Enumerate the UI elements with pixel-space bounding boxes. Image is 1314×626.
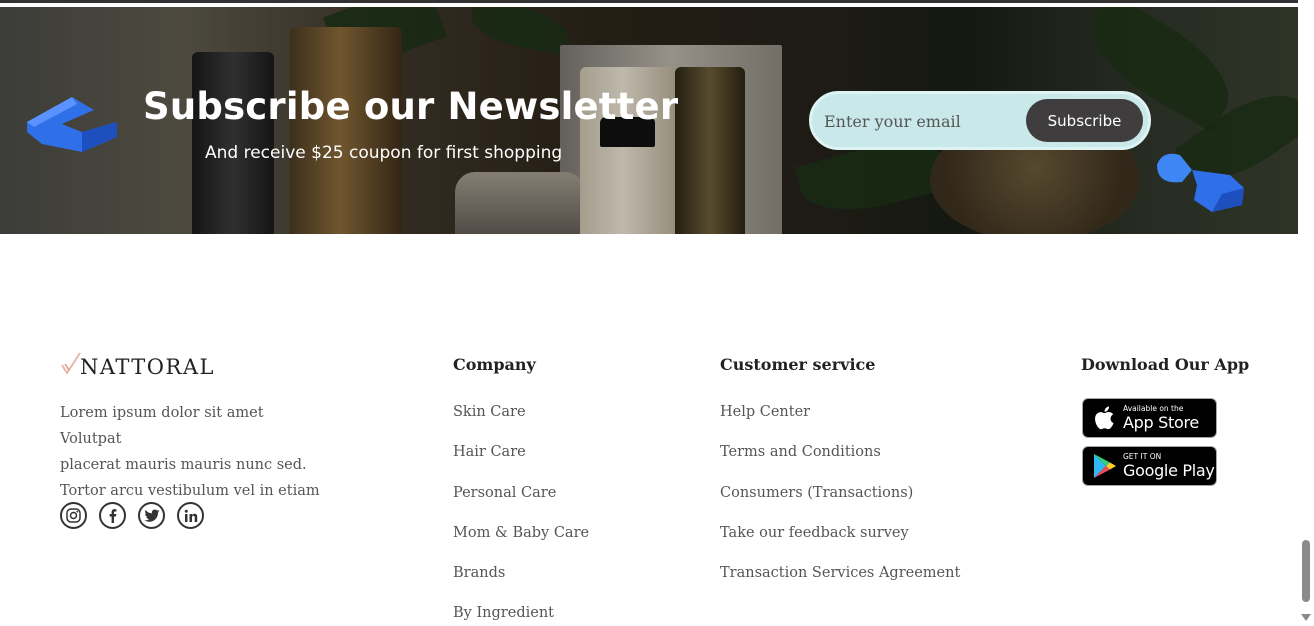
google-play-button[interactable]: GET IT ON Google Play [1082, 446, 1217, 486]
google-play-icon [1094, 454, 1116, 478]
description-line: Lorem ipsum dolor sit amet Volutpat [60, 405, 264, 447]
instagram-icon [66, 508, 81, 523]
scroll-down-arrow[interactable] [1301, 614, 1311, 621]
leaf-check-icon [61, 352, 81, 375]
subscribe-button[interactable]: Subscribe [1026, 99, 1143, 142]
footer-link-hair-care[interactable]: Hair Care [453, 444, 589, 484]
customer-service-heading: Customer service [720, 355, 876, 374]
app-store-label: App Store [1123, 413, 1199, 432]
company-heading: Company [453, 355, 536, 374]
download-app-heading: Download Our App [1081, 355, 1250, 374]
footer-link-help-center[interactable]: Help Center [720, 404, 960, 444]
footer-link-skin-care[interactable]: Skin Care [453, 404, 589, 444]
footer-link-mom-baby-care[interactable]: Mom & Baby Care [453, 525, 589, 565]
footer-link-transaction-agreement[interactable]: Transaction Services Agreement [720, 565, 960, 605]
footer-link-feedback-survey[interactable]: Take our feedback survey [720, 525, 960, 565]
newsletter-banner: Subscribe our Newsletter And receive $25… [0, 7, 1298, 234]
app-store-caption: Available on the [1123, 404, 1184, 413]
blue-3d-shape [27, 97, 117, 152]
footer-link-terms[interactable]: Terms and Conditions [720, 444, 960, 484]
google-play-caption: GET IT ON [1123, 452, 1162, 461]
footer-link-consumers[interactable]: Consumers (Transactions) [720, 485, 960, 525]
logo-text: NATTORAL [80, 355, 215, 379]
app-store-button[interactable]: Available on the App Store [1082, 398, 1217, 438]
footer-link-by-ingredient[interactable]: By Ingredient [453, 605, 589, 626]
facebook-link[interactable] [99, 502, 126, 529]
customer-service-links: Help Center Terms and Conditions Consume… [720, 404, 960, 605]
footer-link-brands[interactable]: Brands [453, 565, 589, 605]
linkedin-link[interactable] [177, 502, 204, 529]
apple-icon [1095, 406, 1114, 430]
facebook-icon [109, 509, 117, 523]
instagram-link[interactable] [60, 502, 87, 529]
blue-3d-shape [1157, 153, 1244, 212]
site-footer: NATTORAL Lorem ipsum dolor sit amet Volu… [0, 234, 1298, 626]
description-line: Tortor arcu vestibulum vel in etiam [60, 483, 320, 499]
newsletter-subtitle: And receive $25 coupon for first shoppin… [205, 143, 563, 163]
twitter-icon [144, 509, 159, 522]
twitter-link[interactable] [138, 502, 165, 529]
window-top-edge [0, 0, 1298, 7]
page-scrollbar[interactable] [1298, 0, 1314, 626]
newsletter-form: Subscribe [809, 91, 1151, 150]
company-links: Skin Care Hair Care Personal Care Mom & … [453, 404, 589, 626]
email-input[interactable] [824, 103, 1024, 139]
footer-link-personal-care[interactable]: Personal Care [453, 485, 589, 525]
newsletter-title: Subscribe our Newsletter [143, 85, 679, 128]
linkedin-icon [184, 509, 197, 522]
google-play-label: Google Play [1123, 461, 1215, 480]
brand-description: Lorem ipsum dolor sit amet Volutpat plac… [60, 400, 320, 504]
scrollbar-thumb[interactable] [1302, 540, 1310, 602]
description-line: placerat mauris mauris nunc sed. [60, 457, 307, 473]
